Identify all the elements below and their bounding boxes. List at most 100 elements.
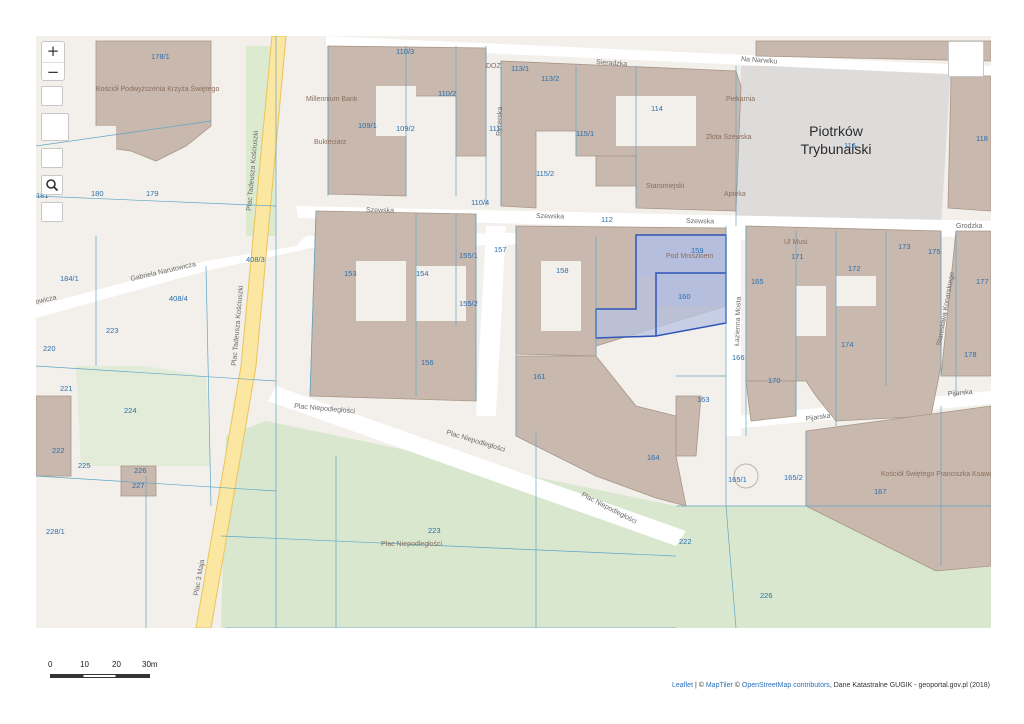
parcel-label: 110/2 [438,89,456,98]
parcel-label: 111 [489,124,500,133]
parcel-label: 223 [428,526,441,535]
parcel-label: 153 [344,269,357,278]
poi-zlota-szewska: Złota Szewska [706,134,752,141]
street-grodzka: Grodzka [956,223,983,230]
parcel-label: 166 [732,353,745,362]
parcel-label: 157 [494,245,507,254]
parcel-label: 113/2 [541,74,559,83]
parcel-label: 179 [146,189,159,198]
parcel-label: 112 [601,215,613,224]
parcel-label: 159 [691,246,704,255]
parcel-label: 178 [964,350,977,359]
map-view[interactable]: Sieradzka Szewska Szewska Szewska Rycers… [36,36,991,628]
parcel-label: 154 [416,269,429,278]
poi-apteka: Apteka [724,191,746,198]
parcel-label: 228/1 [46,527,65,536]
poi-pijarzy: Kościół Świętego Franciszka Ksawerego [881,469,991,478]
scale-label: 20 [112,660,121,669]
parcel-label: 163 [697,395,710,404]
scale-label: 0 [48,660,53,669]
poi-bukieciarz: Bukieciarz [314,139,347,146]
zoom-in-button[interactable]: + [42,42,64,63]
poi-piekarnia: Piekarnia [726,96,755,103]
parcel-label: 221 [60,384,73,393]
parcel-label: 167 [874,487,887,496]
green-area-left [76,366,211,466]
parcel-label: 161 [533,372,546,381]
poi-kosciol: Kościół Podwyższenia Krzyża Świętego [96,84,219,93]
parcel-label: 113/1 [511,64,529,73]
parcel-label: 171 [791,252,804,261]
parcel-label: 224 [124,406,137,415]
parcel-label: 170 [768,376,781,385]
parcel-label: 223 [106,326,119,335]
parcel-label: 164 [647,453,660,462]
search-icon [46,179,59,192]
parcel-label: 174 [841,340,854,349]
poi-mniszek: Pod Mniszkiem [666,253,714,260]
map-canvas[interactable]: Sieradzka Szewska Szewska Szewska Rycers… [36,36,991,628]
parcel-label: 226 [134,466,147,475]
scale-label: 10 [80,660,89,669]
parcel-label: 158 [556,266,569,275]
parcel-label: 160 [678,292,691,301]
poi-staromiejski: Staromiejski [646,183,685,190]
fullscreen-button[interactable] [41,113,69,141]
parcel-label: 226 [760,591,773,600]
poi-plac: Plac Niepodległości [381,541,443,548]
print-button[interactable] [948,41,984,77]
parcel-label: 408/3 [246,255,265,264]
poi-doz: DOZ [486,63,502,70]
street-szewska-2: Szewska [536,213,564,220]
parcel-label: 227 [132,481,145,490]
layer-button[interactable] [41,86,63,106]
osm-link[interactable]: OpenStreetMap contributors [742,682,830,689]
attribution-rest: , Dane Katastralne GUGIK - geoportal.gov… [829,682,990,689]
parcel-label: 175 [928,247,941,256]
leaflet-link[interactable]: Leaflet [672,682,693,689]
maptiler-link[interactable]: MapTiler [706,682,733,689]
parcel-label: 222 [52,446,65,455]
parcel-label: 172 [848,264,861,273]
scale-bar [50,674,150,678]
attribution-sep2: © [732,682,742,689]
parcel-label: 110/3 [396,47,414,56]
locate-button[interactable] [41,148,63,168]
parcel-label: 408/4 [169,294,188,303]
parcel-label: 165 [751,277,764,286]
zoom-out-button[interactable]: − [42,63,64,83]
parcel-label: 225 [78,461,91,470]
parcel-label: 165/1 [728,475,747,484]
poi-ulmi: Ul Musi [784,239,808,246]
parcel-label: 222 [679,537,692,546]
place-label-line2: Trybunalski [800,141,871,157]
parcel-label: 180 [91,189,104,198]
parcel-label: 110/4 [471,198,489,207]
search-button[interactable] [41,175,63,195]
scale-label: 30m [142,660,158,669]
parcel-label: 165/2 [784,473,803,482]
street-szewska-3: Szewska [686,218,714,225]
parcel-label: 173 [898,242,911,251]
measure-button[interactable] [41,202,63,222]
parcel-label: 155/1 [459,251,478,260]
parcel-label: 109/2 [396,124,415,133]
parcel-label: 177 [976,277,989,286]
parcel-label: 118 [976,134,988,143]
parcel-label: 220 [43,344,56,353]
parcel-label: 116 [844,141,856,150]
parcel-label: 156 [421,358,434,367]
zoom-control: + − [41,41,65,81]
attribution: Leaflet | © MapTiler © OpenStreetMap con… [672,682,990,689]
parcel-label: 109/1 [358,121,377,130]
parcel-label: 115/2 [536,169,554,178]
parcel-label: 114 [651,104,663,113]
street-szewska-1: Szewska [366,207,394,214]
parcel-label: 184/1 [60,274,79,283]
parcel-label: 178/1 [151,52,170,61]
parcel-label: 115/1 [576,129,594,138]
poi-millennium: Millennium Bank [306,96,358,103]
parcel-label: 155/2 [459,299,478,308]
attribution-sep1: | © [693,682,706,689]
place-label-line1: Piotrków [809,123,864,139]
